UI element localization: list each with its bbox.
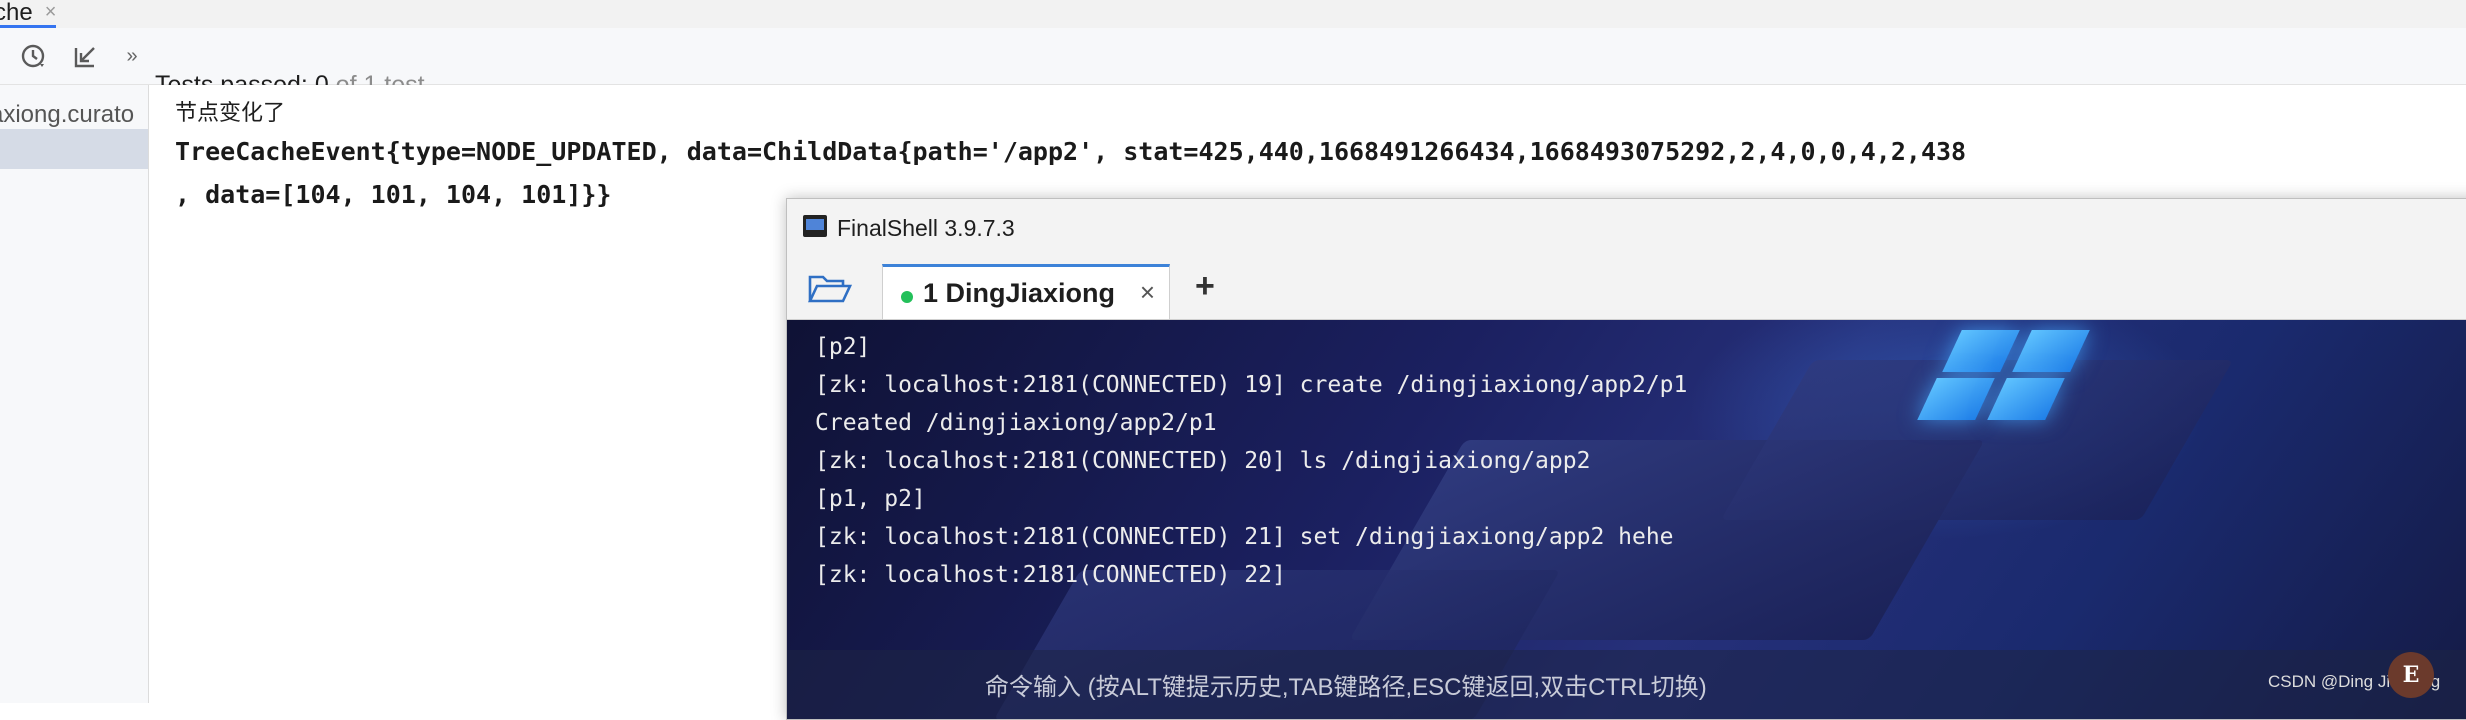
close-icon[interactable]: × [1140,277,1155,308]
folder-open-icon[interactable] [807,273,853,305]
session-tab-label: 1 DingJiaxiong [923,278,1116,308]
editor-tab[interactable]: che × [0,0,57,28]
terminal[interactable]: [p2] [zk: localhost:2181(CONNECTED) 19] … [787,320,2466,719]
console-line: TreeCacheEvent{type=NODE_UPDATED, data=C… [175,137,1967,166]
add-tab-icon[interactable]: + [1195,267,1215,306]
terminal-line: [zk: localhost:2181(CONNECTED) 20] ls /d… [815,448,1591,474]
terminal-line: [p1, p2] [815,486,926,512]
command-input-hint: 命令输入 (按ALT键提示历史,TAB键路径,ESC键返回,双击CTRL切换) [985,674,1707,701]
tree-item-selected[interactable] [0,129,148,169]
app-icon [803,215,827,237]
test-toolbar: » Tests passed: 0 of 1 test [0,28,2466,99]
terminal-line: [zk: localhost:2181(CONNECTED) 21] set /… [815,524,1674,550]
close-icon[interactable]: × [45,1,57,24]
window-titlebar[interactable]: FinalShell 3.9.7.3 [787,199,2466,257]
test-tree-panel: axiong.curato [0,85,149,703]
terminal-line: Created /dingjiaxiong/app2/p1 [815,410,1217,436]
history-icon[interactable] [18,40,50,72]
tree-item-label: axiong.curato [0,101,135,128]
console-line: 节点变化了 [175,101,286,126]
more-chevron-icon[interactable]: » [116,40,148,72]
connected-status-dot [901,291,913,303]
session-tab[interactable]: 1 DingJiaxiong × [882,264,1170,319]
terminal-line: [p2] [815,334,871,360]
terminal-line: [zk: localhost:2181(CONNECTED) 22] [815,562,1286,588]
console-line: , data=[104, 101, 104, 101]}} [175,180,612,209]
avatar: E [2388,652,2434,698]
command-input-bar[interactable]: 命令输入 (按ALT键提示历史,TAB键路径,ESC键返回,双击CTRL切换) [787,650,2466,719]
terminal-line: [zk: localhost:2181(CONNECTED) 19] creat… [815,372,1688,398]
session-tab-bar: 1 DingJiaxiong × + [787,257,2466,320]
window-title: FinalShell 3.9.7.3 [837,215,1015,241]
editor-tab-strip: che × [0,0,2466,29]
import-tests-icon[interactable] [70,40,102,72]
finalshell-window: FinalShell 3.9.7.3 1 DingJiaxiong × + [p… [786,198,2466,720]
editor-tab-label: che [0,0,33,26]
